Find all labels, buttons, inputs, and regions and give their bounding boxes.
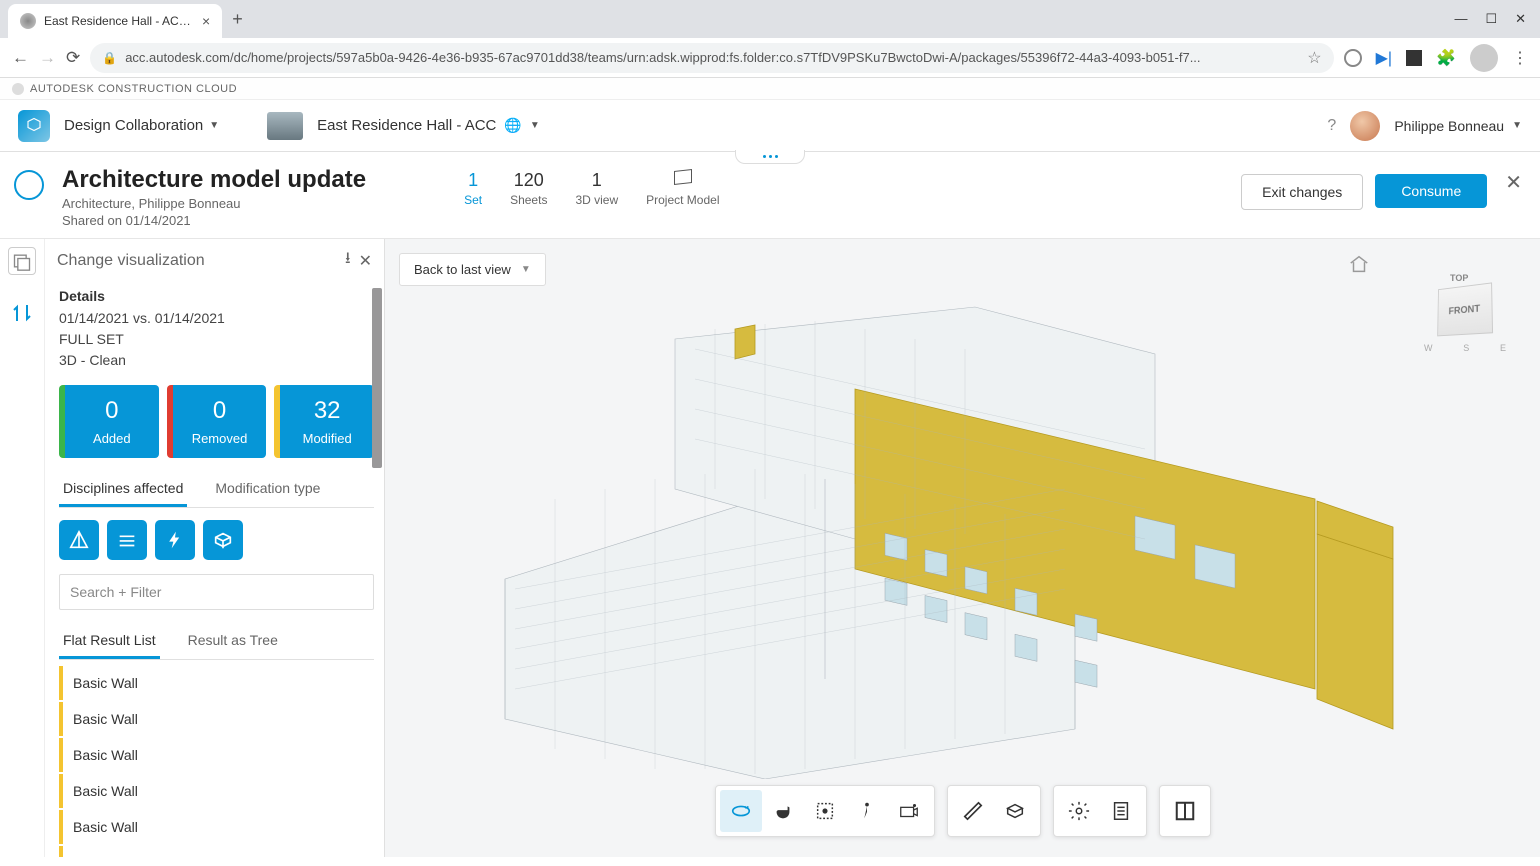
chevron-down-icon: ▼ — [1512, 120, 1522, 131]
details-heading: Details — [59, 288, 374, 304]
properties-tool-icon[interactable] — [1100, 790, 1142, 832]
scrollbar[interactable] — [372, 288, 382, 468]
tab-close-icon[interactable]: × — [202, 13, 210, 29]
globe-icon: 🌐 — [504, 117, 521, 134]
close-panel-icon[interactable]: ✕ — [1505, 170, 1522, 195]
lock-icon: 🔒 — [102, 51, 117, 65]
bookmark-label: AUTODESK CONSTRUCTION CLOUD — [30, 83, 237, 95]
tab-tree[interactable]: Result as Tree — [184, 624, 282, 659]
rail-changes-icon[interactable] — [8, 247, 36, 275]
address-bar[interactable]: 🔒 acc.autodesk.com/dc/home/projects/597a… — [90, 43, 1333, 73]
chevron-down-icon: ▼ — [209, 120, 219, 131]
compare-dates: 01/14/2021 vs. 01/14/2021 — [59, 308, 374, 329]
result-item[interactable]: Basic Wall — [59, 702, 374, 736]
measure-tool-icon[interactable] — [952, 790, 994, 832]
zoom-tool-icon[interactable] — [804, 790, 846, 832]
profile-avatar[interactable] — [1470, 44, 1498, 72]
project-label: East Residence Hall - ACC — [317, 117, 496, 134]
building-model — [455, 299, 1435, 779]
bookmark-bar[interactable]: AUTODESK CONSTRUCTION CLOUD — [0, 78, 1540, 100]
discipline-structural-icon[interactable] — [107, 520, 147, 560]
tile-modified[interactable]: 32 Modified — [274, 385, 374, 458]
project-thumbnail — [267, 112, 303, 140]
stat-sheets[interactable]: 120 Sheets — [510, 170, 547, 207]
walk-tool-icon[interactable] — [846, 790, 888, 832]
new-tab-button[interactable]: + — [232, 9, 243, 30]
settings-tool-icon[interactable] — [1058, 790, 1100, 832]
app-logo-icon[interactable] — [18, 110, 50, 142]
ext-icon-3[interactable] — [1406, 50, 1422, 66]
help-icon[interactable]: ? — [1327, 117, 1336, 135]
ext-icon-1[interactable] — [1344, 49, 1362, 67]
split-view-icon[interactable] — [1164, 790, 1206, 832]
cube-icon — [674, 169, 692, 185]
package-meta: Architecture, Philippe Bonneau — [62, 196, 366, 211]
rail-compare-icon[interactable] — [8, 299, 36, 327]
package-status-icon — [14, 170, 44, 200]
result-item[interactable]: Basic Wall — [59, 810, 374, 844]
orbit-tool-icon[interactable] — [720, 790, 762, 832]
ext-icon-2[interactable]: ▶| — [1376, 48, 1392, 68]
3d-viewport[interactable]: Back to last view ▼ TOP FRONT WSE — [385, 239, 1540, 857]
compass-icon: WSE — [1424, 343, 1506, 363]
view-label: 3D - Clean — [59, 350, 374, 371]
user-label: Philippe Bonneau — [1394, 118, 1504, 134]
extensions-icon[interactable]: 🧩 — [1436, 48, 1456, 68]
user-avatar[interactable] — [1350, 111, 1380, 141]
close-window-icon[interactable]: ✕ — [1515, 11, 1526, 27]
chevron-down-icon: ▼ — [521, 264, 531, 275]
stat-project-model[interactable]: Project Model — [646, 170, 719, 207]
tab-flat-list[interactable]: Flat Result List — [59, 624, 160, 659]
back-icon[interactable]: ← — [12, 48, 29, 68]
result-item[interactable]: Basic Wall — [59, 666, 374, 700]
back-to-last-view-button[interactable]: Back to last view ▼ — [399, 253, 546, 286]
package-title: Architecture model update — [62, 166, 366, 194]
browser-tab[interactable]: East Residence Hall - ACC - Aut... × — [8, 4, 222, 38]
tab-modification-type[interactable]: Modification type — [211, 472, 324, 507]
result-item[interactable]: Basic Wall — [59, 738, 374, 772]
close-sidebar-icon[interactable]: ✕ — [359, 251, 372, 271]
forward-icon[interactable]: → — [39, 48, 56, 68]
minimize-icon[interactable]: — — [1454, 11, 1467, 27]
user-menu[interactable]: Philippe Bonneau ▼ — [1394, 118, 1522, 134]
project-selector[interactable]: East Residence Hall - ACC 🌐 ▼ — [317, 117, 540, 134]
camera-tool-icon[interactable] — [888, 790, 930, 832]
chevron-down-icon: ▼ — [530, 120, 540, 131]
bookmark-favicon-icon — [12, 83, 24, 95]
home-view-icon[interactable] — [1348, 253, 1370, 281]
drawer-handle[interactable] — [735, 150, 805, 164]
result-item[interactable]: Basic Wall — [59, 846, 374, 857]
discipline-electrical-icon[interactable] — [155, 520, 195, 560]
set-label: FULL SET — [59, 329, 374, 350]
search-input[interactable]: Search + Filter — [59, 574, 374, 610]
exit-changes-button[interactable]: Exit changes — [1241, 174, 1363, 210]
tab-title: East Residence Hall - ACC - Aut... — [44, 14, 194, 28]
tab-disciplines[interactable]: Disciplines affected — [59, 472, 187, 507]
menu-icon[interactable]: ⋮ — [1512, 48, 1528, 68]
pan-tool-icon[interactable] — [762, 790, 804, 832]
sidebar-title: Change visualization — [57, 252, 337, 270]
stat-set[interactable]: 1 Set — [464, 170, 482, 207]
module-selector[interactable]: Design Collaboration ▼ — [64, 117, 219, 134]
url-text: acc.autodesk.com/dc/home/projects/597a5b… — [125, 50, 1299, 65]
stat-3dview[interactable]: 1 3D view — [575, 170, 618, 207]
reload-icon[interactable]: ⟳ — [66, 48, 80, 68]
favicon-icon — [20, 13, 36, 29]
tile-added[interactable]: 0 Added — [59, 385, 159, 458]
tile-removed[interactable]: 0 Removed — [167, 385, 267, 458]
discipline-mechanical-icon[interactable] — [203, 520, 243, 560]
discipline-architecture-icon[interactable] — [59, 520, 99, 560]
section-tool-icon[interactable] — [994, 790, 1036, 832]
consume-button[interactable]: Consume — [1375, 174, 1487, 208]
download-icon[interactable]: ⭳ — [345, 247, 351, 274]
star-icon[interactable]: ☆ — [1307, 48, 1321, 68]
package-shared: Shared on 01/14/2021 — [62, 213, 366, 228]
maximize-icon[interactable]: ☐ — [1485, 11, 1497, 27]
module-label: Design Collaboration — [64, 117, 203, 134]
result-item[interactable]: Basic Wall — [59, 774, 374, 808]
viewcube-front[interactable]: FRONT — [1437, 282, 1493, 336]
